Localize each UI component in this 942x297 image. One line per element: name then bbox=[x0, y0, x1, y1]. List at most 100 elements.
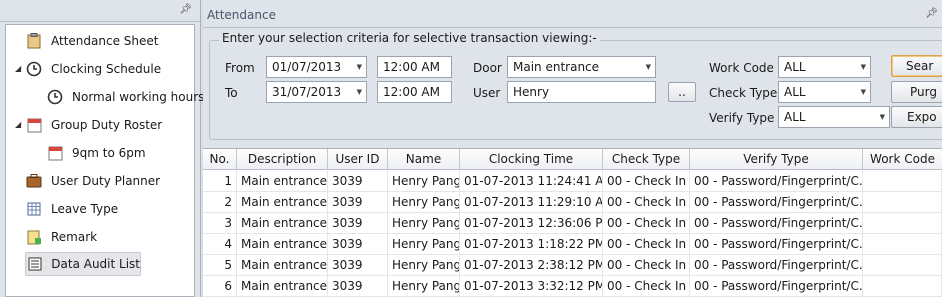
panel-title: Attendance bbox=[207, 8, 276, 22]
clipboard-icon bbox=[26, 33, 42, 49]
sidebar-item-label: Attendance Sheet bbox=[51, 34, 159, 48]
attendance-panel-header: Attendance 📌︎ bbox=[203, 0, 942, 28]
from-date-picker[interactable]: 01/07/2013 ▼ bbox=[266, 56, 367, 78]
sidebar-item-label: Data Audit List bbox=[51, 257, 140, 271]
cell-no: 4 bbox=[203, 234, 237, 255]
cell-user-id: 3039 bbox=[328, 234, 388, 255]
sidebar-item-9qm-to-6pm[interactable]: 9qm to 6pm bbox=[47, 141, 146, 165]
column-header-check-type[interactable]: Check Type bbox=[603, 149, 690, 170]
dropdown-arrow-icon[interactable]: ▼ bbox=[646, 63, 651, 71]
sidebar-item-clocking-schedule[interactable]: Clocking Schedule bbox=[26, 57, 161, 81]
cell-check-type: 00 - Check In bbox=[603, 234, 690, 255]
collapse-arrow-icon[interactable]: ◢ bbox=[15, 120, 21, 129]
cell-verify-type: 00 - Password/Fingerprint/C... bbox=[690, 255, 863, 276]
dropdown-arrow-icon[interactable]: ▼ bbox=[880, 113, 885, 121]
pin-icon[interactable]: 📌︎ bbox=[925, 8, 938, 19]
calendar-icon bbox=[26, 117, 42, 133]
cell-name: Henry Pang bbox=[388, 171, 460, 192]
cell-verify-type: 00 - Password/Fingerprint/C... bbox=[690, 171, 863, 192]
work-code-select[interactable]: ALL ▼ bbox=[778, 56, 871, 78]
work-code-value: ALL bbox=[784, 60, 806, 74]
sidebar-item-label: Remark bbox=[51, 230, 98, 244]
column-header-clocking-time[interactable]: Clocking Time bbox=[460, 149, 603, 170]
user-label: User bbox=[473, 86, 501, 100]
column-header-no[interactable]: No. bbox=[203, 149, 237, 170]
criteria-legend: Enter your selection criteria for select… bbox=[219, 31, 600, 45]
sidebar-item-label: Leave Type bbox=[51, 202, 119, 216]
attendance-panel: Attendance 📌︎ Enter your selection crite… bbox=[203, 0, 942, 297]
cell-name: Henry Pang bbox=[388, 276, 460, 297]
sidebar-item-label: Group Duty Roster bbox=[51, 118, 163, 132]
cell-check-type: 00 - Check In bbox=[603, 213, 690, 234]
to-date-picker[interactable]: 31/07/2013 ▼ bbox=[266, 81, 367, 103]
check-type-select[interactable]: ALL ▼ bbox=[778, 81, 871, 103]
cell-description: Main entrance bbox=[237, 234, 328, 255]
cell-clocking-time: 01-07-2013 2:38:12 PM bbox=[460, 255, 603, 276]
cell-clocking-time: 01-07-2013 11:24:41 AM bbox=[460, 171, 603, 192]
cell-user-id: 3039 bbox=[328, 192, 388, 213]
cell-verify-type: 00 - Password/Fingerprint/C... bbox=[690, 234, 863, 255]
cell-work-code bbox=[863, 276, 942, 297]
clock-icon bbox=[47, 89, 63, 105]
grid-header: No. Description User ID Name Clocking Ti… bbox=[203, 149, 942, 170]
dropdown-arrow-icon[interactable]: ▼ bbox=[357, 63, 362, 71]
browse-user-button[interactable]: .. bbox=[668, 82, 696, 102]
verify-type-label: Verify Type bbox=[709, 111, 775, 125]
sidebar-item-user-duty-planner[interactable]: User Duty Planner bbox=[26, 169, 160, 193]
cell-description: Main entrance bbox=[237, 171, 328, 192]
door-select[interactable]: Main entrance ▼ bbox=[507, 56, 656, 78]
sidebar-item-normal-working-hours[interactable]: Normal working hours bbox=[47, 85, 204, 109]
cell-check-type: 00 - Check In bbox=[603, 192, 690, 213]
sidebar-item-attendance-sheet[interactable]: Attendance Sheet bbox=[26, 29, 158, 53]
transaction-grid: No. Description User ID Name Clocking Ti… bbox=[203, 148, 942, 297]
grid-icon bbox=[26, 201, 42, 217]
export-button[interactable]: Expo bbox=[891, 106, 942, 128]
dropdown-arrow-icon[interactable]: ▼ bbox=[357, 88, 362, 96]
to-time-field[interactable]: 12:00 AM bbox=[377, 81, 452, 103]
door-label: Door bbox=[473, 61, 502, 75]
purge-button[interactable]: Purg bbox=[891, 81, 942, 103]
column-header-description[interactable]: Description bbox=[237, 149, 328, 170]
user-field[interactable]: Henry bbox=[507, 81, 656, 103]
sidebar-item-remark[interactable]: Remark bbox=[26, 225, 97, 249]
table-row[interactable]: 3 Main entrance 3039 Henry Pang 01-07-2013 1… bbox=[203, 213, 942, 234]
dropdown-arrow-icon[interactable]: ▼ bbox=[861, 63, 866, 71]
sidebar-item-data-audit-list[interactable]: Data Audit List bbox=[25, 252, 141, 276]
cell-no: 1 bbox=[203, 171, 237, 192]
list-icon bbox=[28, 256, 42, 272]
cell-no: 5 bbox=[203, 255, 237, 276]
table-row[interactable]: 2 Main entrance 3039 Henry Pang 01-07-2013 1… bbox=[203, 192, 942, 213]
pin-icon[interactable]: 📌︎ bbox=[179, 4, 192, 15]
to-date-value: 31/07/2013 bbox=[272, 85, 342, 99]
cell-clocking-time: 01-07-2013 3:32:12 PM bbox=[460, 276, 603, 297]
sidebar-item-leave-type[interactable]: Leave Type bbox=[26, 197, 118, 221]
column-header-verify-type[interactable]: Verify Type bbox=[690, 149, 863, 170]
sidebar-item-label: 9qm to 6pm bbox=[72, 146, 146, 160]
navigation-panel-header: 📌︎ bbox=[0, 0, 200, 22]
column-header-name[interactable]: Name bbox=[388, 149, 460, 170]
cell-name: Henry Pang bbox=[388, 255, 460, 276]
collapse-arrow-icon[interactable]: ◢ bbox=[15, 64, 21, 73]
search-button[interactable]: Sear bbox=[891, 55, 942, 77]
verify-type-select[interactable]: ALL ▼ bbox=[778, 106, 890, 128]
to-time-value: 12:00 AM bbox=[383, 85, 440, 99]
check-type-value: ALL bbox=[784, 85, 806, 99]
dropdown-arrow-icon[interactable]: ▼ bbox=[861, 88, 866, 96]
from-label: From bbox=[225, 61, 255, 75]
from-time-value: 12:00 AM bbox=[383, 60, 440, 74]
column-header-user-id[interactable]: User ID bbox=[328, 149, 388, 170]
from-date-value: 01/07/2013 bbox=[272, 60, 342, 74]
table-row[interactable]: 5 Main entrance 3039 Henry Pang 01-07-2013 2… bbox=[203, 255, 942, 276]
table-row[interactable]: 1 Main entrance 3039 Henry Pang 01-07-2013 1… bbox=[203, 171, 942, 192]
sidebar-item-group-duty-roster[interactable]: Group Duty Roster bbox=[26, 113, 162, 137]
cell-name: Henry Pang bbox=[388, 192, 460, 213]
work-code-label: Work Code bbox=[709, 61, 774, 75]
cell-user-id: 3039 bbox=[328, 213, 388, 234]
from-time-field[interactable]: 12:00 AM bbox=[377, 56, 452, 78]
table-row[interactable]: 6 Main entrance 3039 Henry Pang 01-07-2013 3… bbox=[203, 276, 942, 297]
cell-check-type: 00 - Check In bbox=[603, 276, 690, 297]
table-row[interactable]: 4 Main entrance 3039 Henry Pang 01-07-2013 1… bbox=[203, 234, 942, 255]
column-header-work-code[interactable]: Work Code bbox=[863, 149, 942, 170]
sidebar-item-label: Clocking Schedule bbox=[51, 62, 162, 76]
cell-name: Henry Pang bbox=[388, 213, 460, 234]
